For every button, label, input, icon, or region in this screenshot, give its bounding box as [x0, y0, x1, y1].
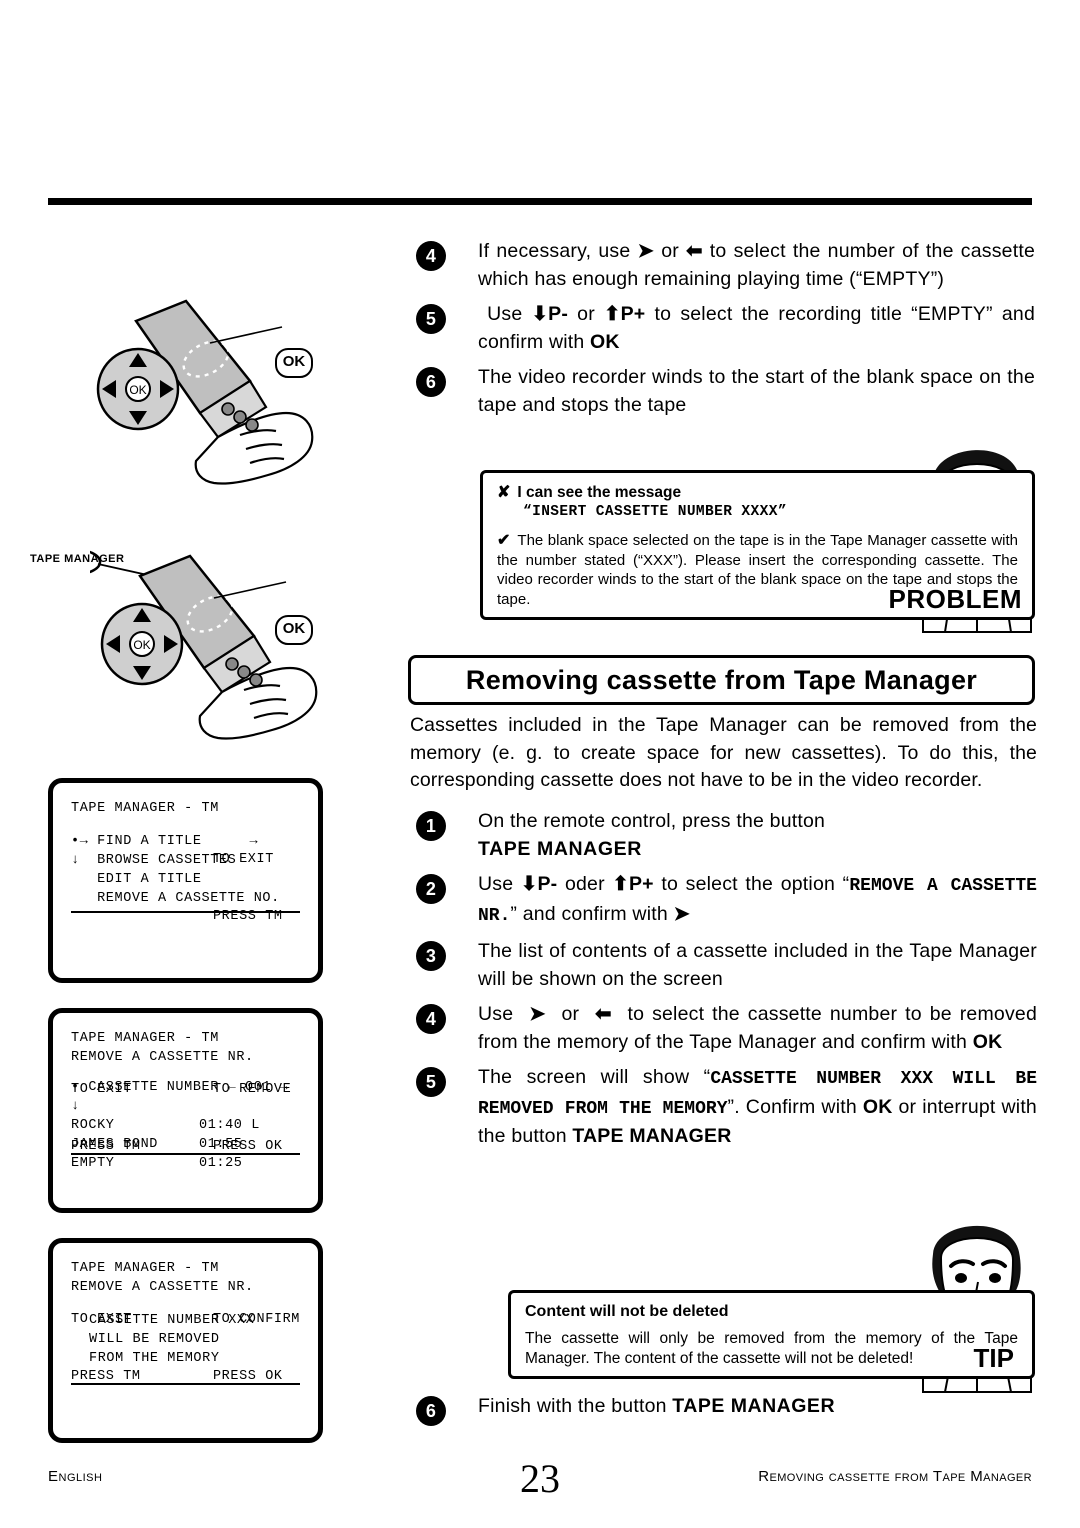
remote-control-illustration-top: OK	[90, 285, 330, 520]
step-number-6: 6	[416, 367, 446, 397]
step-5-text-main: The screen will show “CASSETTE NUMBER XX…	[478, 1066, 1037, 1147]
cross-icon: ✘	[497, 484, 511, 501]
step-4-top: 4 If necessary, use ➤ or ⬅ to select the…	[410, 238, 1035, 293]
osd-screen-confirm: TAPE MANAGER - TM REMOVE A CASSETTE NR. …	[48, 1238, 323, 1443]
step-4: 4 Use ➤ or ⬅ to select the cassette numb…	[410, 1001, 1037, 1056]
step-6: 6 Finish with the button TAPE MANAGER	[410, 1393, 1037, 1426]
section-title: Removing cassette from Tape Manager	[408, 655, 1035, 705]
osd-screen-menu: TAPE MANAGER - TM •→ FIND A TITLE → ↓ BRO…	[48, 778, 323, 983]
steps-main-list: 1 On the remote control, press the butto…	[410, 808, 1037, 1159]
step-5-top: 5 Use ⬇P- or ⬆P+ to select the recording…	[410, 301, 1035, 356]
ok-button-callout-top: OK	[275, 348, 313, 378]
step-4-text-main: Use ➤ or ⬅ to select the cassette number…	[478, 1003, 1037, 1053]
step-number-4b: 4	[416, 1004, 446, 1034]
osd1-footer: TO EXIT PRESS TM	[212, 852, 283, 924]
step-number-3: 3	[416, 941, 446, 971]
tip-callout-box: Content will not be deleted The cassette…	[508, 1290, 1035, 1379]
step-6-text: The video recorder winds to the start of…	[478, 366, 1035, 416]
step-6-top: 6 The video recorder winds to the start …	[410, 364, 1035, 419]
step-number-1: 1	[416, 811, 446, 841]
left-arrow-icon: ⬅	[686, 240, 703, 262]
step-5: 5 The screen will show “CASSETTE NUMBER …	[410, 1064, 1037, 1151]
problem-message: “INSERT CASSETTE NUMBER XXXX”	[523, 503, 787, 520]
osd3-footer: TO EXIT PRESS TM TO CONFIRM PRESS OK	[71, 1312, 300, 1384]
step-6-text-main: Finish with the button TAPE MANAGER	[478, 1395, 836, 1417]
manual-page: OK OK TAPE MANAGER OK OK TAPE MANAGER - …	[0, 0, 1080, 1528]
osd2-footer: TO EXIT PRESS TM TO REMOVE PRESS OK	[71, 1082, 292, 1154]
problem-label: PROBLEM	[888, 584, 1022, 614]
down-arrow-icon-2: ⬇	[520, 873, 538, 895]
problem-symptom: ✘ I can see the message	[497, 484, 682, 501]
left-arrow-icon-3: ⬅	[595, 1003, 612, 1025]
step-4-text: If necessary, use ➤ or ⬅ to select the n…	[478, 240, 1035, 290]
step-number-2: 2	[416, 874, 446, 904]
ok-button-callout-bottom: OK	[275, 615, 313, 645]
section-intro: Cassettes included in the Tape Manager c…	[410, 714, 1037, 791]
right-arrow-icon-2: ➤	[673, 902, 691, 925]
steps-top-list: 4 If necessary, use ➤ or ⬅ to select the…	[410, 238, 1035, 427]
footer-section-name: Removing cassette from Tape Manager	[758, 1468, 1032, 1485]
tip-body: The cassette will only be removed from t…	[525, 1330, 1018, 1367]
step-number-6b: 6	[416, 1396, 446, 1426]
step-number-5b: 5	[416, 1067, 446, 1097]
osd-screen-remove-select: TAPE MANAGER - TM REMOVE A CASSETTE NR. …	[48, 1008, 323, 1213]
tip-heading: Content will not be deleted	[525, 1303, 729, 1320]
step-3: 3 The list of contents of a cassette inc…	[410, 938, 1037, 993]
step-5-text: Use ⬇P- or ⬆P+ to select the recording t…	[478, 303, 1035, 353]
step-number-4: 4	[416, 241, 446, 271]
step-3-text: The list of contents of a cassette inclu…	[478, 940, 1037, 990]
step-1: 1 On the remote control, press the butto…	[410, 808, 1037, 863]
final-step: 6 Finish with the button TAPE MANAGER	[410, 1393, 1037, 1426]
remote-control-illustration-bottom: OK	[42, 540, 340, 775]
right-arrow-icon: ➤	[637, 240, 655, 262]
step-number-5: 5	[416, 304, 446, 334]
down-arrow-icon: ⬇	[531, 303, 549, 325]
step-1-text: On the remote control, press the button …	[478, 810, 826, 860]
problem-callout-box: ✘ I can see the message “INSERT CASSETTE …	[480, 470, 1035, 620]
right-arrow-icon-3: ➤	[529, 1003, 546, 1025]
up-arrow-icon-2: ⬆	[612, 873, 629, 895]
svg-text:OK: OK	[129, 383, 146, 397]
up-arrow-icon: ⬆	[604, 303, 621, 325]
check-icon: ✔	[497, 532, 511, 549]
tip-label: TIP	[973, 1343, 1014, 1373]
step-2-text: Use ⬇P- oder ⬆P+ to select the option “R…	[478, 873, 1037, 926]
svg-text:OK: OK	[133, 638, 150, 652]
header-rule	[48, 198, 1032, 205]
step-2: 2 Use ⬇P- oder ⬆P+ to select the option …	[410, 871, 1037, 930]
